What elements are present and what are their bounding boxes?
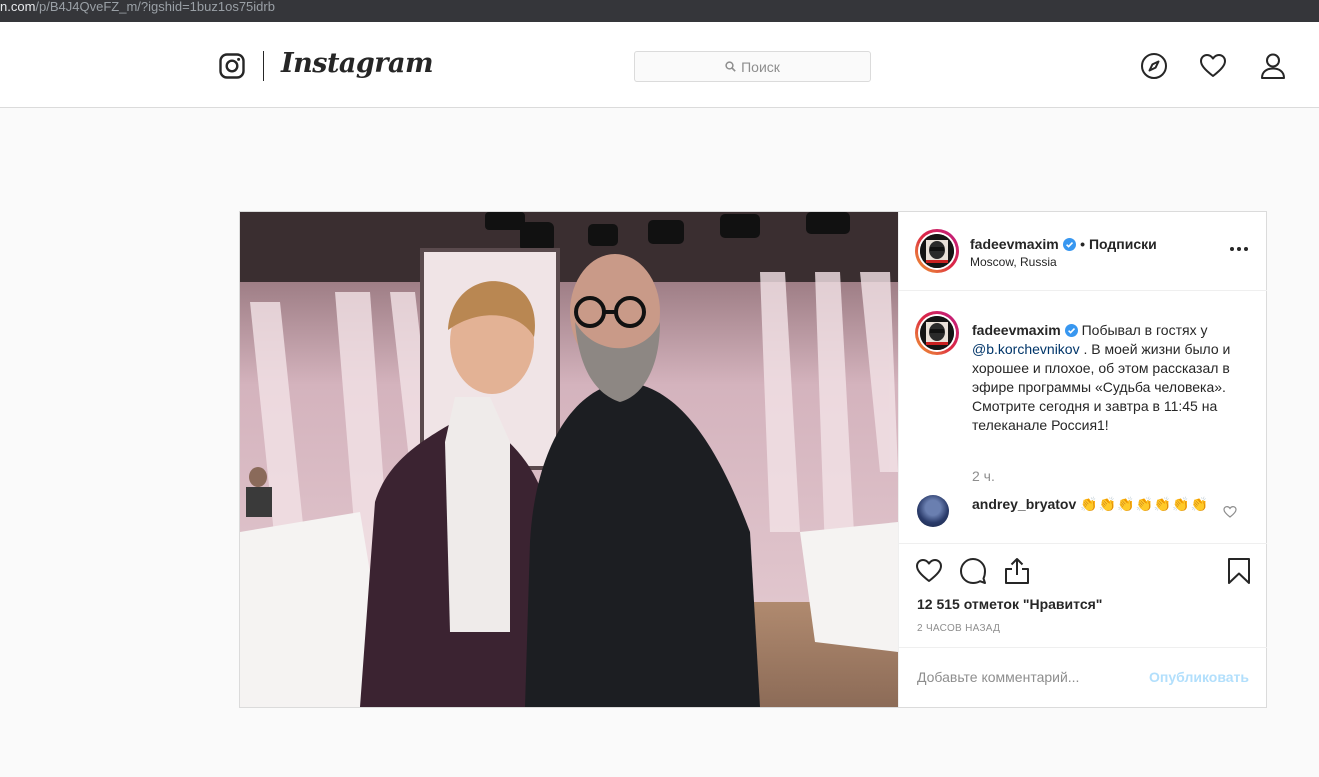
like-heart-icon[interactable] (915, 557, 943, 585)
logo-divider (263, 51, 264, 81)
post-timestamp[interactable]: 2 часов назад (917, 623, 1000, 634)
heart-icon[interactable] (1199, 52, 1227, 80)
caption-username[interactable]: fadeevmaxim (972, 322, 1061, 338)
comment-text: 👏👏👏👏👏👏👏 (1080, 496, 1210, 512)
caption-mention-link[interactable]: @b.korchevnikov (972, 341, 1080, 357)
publish-button[interactable]: Опубликовать (1149, 669, 1249, 685)
share-icon[interactable] (1003, 557, 1031, 585)
post-photo[interactable] (240, 212, 898, 707)
comment-avatar[interactable] (917, 495, 949, 527)
caption-time: 2 ч. (972, 468, 995, 484)
comment-username[interactable]: andrey_bryatov (972, 496, 1076, 512)
author-username[interactable]: fadeevmaxim (970, 236, 1059, 252)
search-placeholder: Поиск (741, 58, 780, 75)
post-side-panel: fadeevmaxim • Подписки Moscow, Russia fa… (898, 212, 1267, 707)
post-location[interactable]: Moscow, Russia (970, 255, 1057, 269)
instagram-camera-icon[interactable] (219, 53, 245, 79)
more-options-icon[interactable] (1229, 246, 1249, 252)
comment-like-heart-icon[interactable] (1223, 505, 1237, 519)
follow-status[interactable]: • Подписки (1080, 236, 1157, 252)
post-author-line: fadeevmaxim • Подписки (970, 236, 1157, 254)
top-nav-bar: Instagram Поиск (0, 22, 1319, 108)
url-text[interactable]: n.com/p/B4J4QveFZ_m/?igshid=1buz1os75idr… (0, 0, 275, 16)
post-actions: 12 515 отметок "Нравится" 2 часов назад (899, 543, 1267, 647)
post-header: fadeevmaxim • Подписки Moscow, Russia (899, 212, 1267, 291)
comment-bubble-icon[interactable] (959, 557, 987, 585)
browser-url-bar[interactable]: n.com/p/B4J4QveFZ_m/?igshid=1buz1os75idr… (0, 0, 1319, 22)
avatar[interactable] (915, 229, 959, 273)
search-icon (725, 61, 736, 72)
avatar-image (920, 234, 954, 268)
post-card: fadeevmaxim • Подписки Moscow, Russia fa… (239, 211, 1267, 708)
instagram-wordmark[interactable]: Instagram (281, 48, 434, 79)
likes-count[interactable]: 12 515 отметок "Нравится" (917, 596, 1102, 612)
post-caption: fadeevmaxim Побывал в гостях у @b.korche… (972, 321, 1242, 435)
compass-icon[interactable] (1140, 52, 1168, 80)
add-comment-bar: Опубликовать (899, 647, 1267, 707)
caption-text-start: Побывал в гостях у (1081, 322, 1208, 338)
caption-avatar[interactable] (915, 311, 959, 355)
search-box[interactable]: Поиск (634, 51, 871, 82)
caption-avatar-image (920, 316, 954, 350)
verified-badge-icon (1064, 324, 1078, 337)
bookmark-icon[interactable] (1225, 557, 1253, 585)
profile-icon[interactable] (1259, 52, 1287, 80)
verified-badge-icon (1062, 238, 1076, 251)
comment-input[interactable] (917, 666, 1137, 688)
